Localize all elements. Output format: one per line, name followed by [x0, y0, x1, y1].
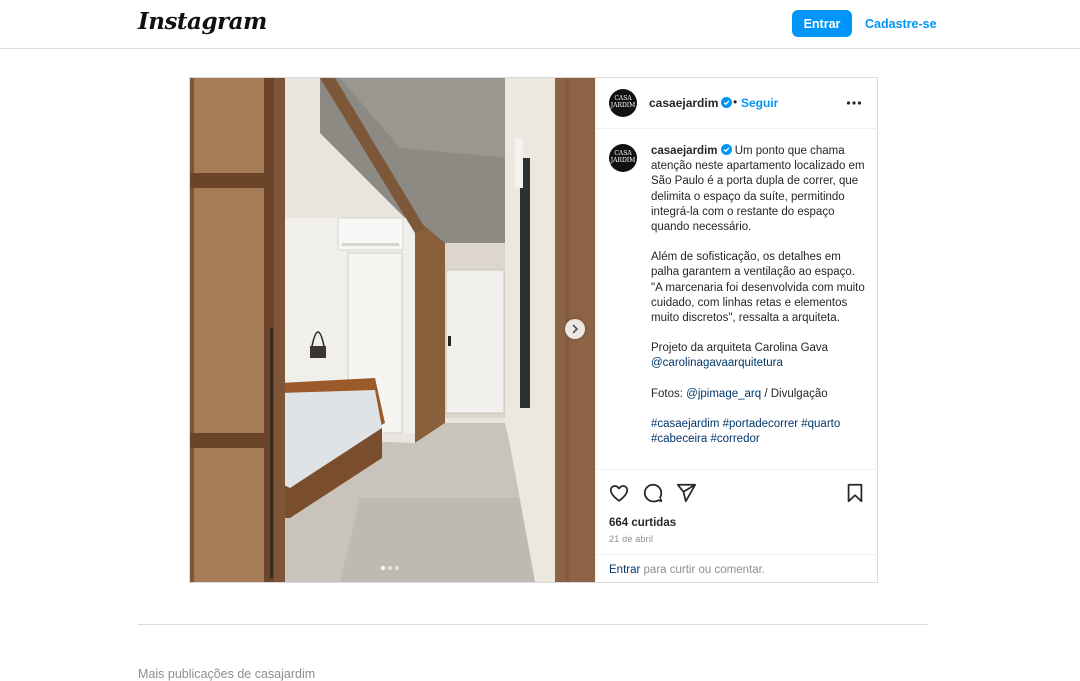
- post-date[interactable]: 21 de abril: [609, 534, 653, 544]
- hashtags: #casaejardim #portadecorrer #quarto #cab…: [651, 417, 866, 447]
- top-navigation-bar: Instagram Entrar Cadastre-se: [0, 0, 1080, 49]
- more-options-icon[interactable]: [846, 98, 862, 108]
- post-details-pane: CASA JARDIM casaejardim • Seguir CASA JA…: [595, 78, 878, 582]
- post-author-username[interactable]: casaejardim: [649, 96, 733, 110]
- caption-username[interactable]: casaejardim: [651, 145, 718, 157]
- login-link[interactable]: Entrar: [609, 564, 640, 576]
- heart-icon[interactable]: [608, 482, 630, 504]
- login-prompt: Entrar para curtir ou comentar.: [609, 564, 765, 576]
- caption-paragraph-1: Um ponto que chama atenção neste apartam…: [651, 145, 865, 234]
- paper-plane-icon[interactable]: [675, 482, 697, 504]
- post-card: CASA JARDIM casaejardim • Seguir CASA JA…: [189, 77, 878, 583]
- likes-count[interactable]: 664 curtidas: [609, 517, 676, 529]
- avatar[interactable]: CASA JARDIM: [609, 144, 637, 172]
- hashtag-link[interactable]: #corredor: [710, 433, 759, 445]
- caption-section: CASA JARDIM casaejardim Um ponto que cha…: [596, 130, 878, 470]
- more-posts-heading[interactable]: Mais publicações de casajardim: [138, 667, 315, 681]
- separator-dot: •: [733, 95, 738, 109]
- post-caption: casaejardim Um ponto que chama atenção n…: [651, 144, 866, 462]
- hashtag-link[interactable]: #cabeceira: [651, 433, 707, 445]
- photo-credit-label: Fotos:: [651, 387, 683, 400]
- hashtag-link[interactable]: #portadecorrer: [723, 418, 798, 430]
- avatar[interactable]: CASA JARDIM: [609, 89, 637, 117]
- follow-button[interactable]: Seguir: [741, 96, 778, 110]
- caption-paragraph-3: Projeto da arquiteta Carolina Gava: [651, 342, 829, 355]
- photographer-mention-link[interactable]: @jpimage_arq: [686, 388, 761, 400]
- verified-badge-icon: [720, 144, 732, 155]
- post-header: CASA JARDIM casaejardim • Seguir: [596, 78, 878, 129]
- bedroom-corridor-photo: [190, 78, 595, 582]
- chevron-right-icon: [572, 324, 579, 334]
- carousel-next-button[interactable]: [565, 319, 585, 339]
- comment-icon[interactable]: [642, 482, 664, 504]
- bookmark-icon[interactable]: [844, 482, 866, 504]
- architect-mention-link[interactable]: @carolinagavaarquitetura: [651, 357, 783, 369]
- carousel-dot-active: [381, 566, 385, 570]
- login-prompt-text: para curtir ou comentar.: [643, 564, 765, 576]
- caption-paragraph-2: Além de sofisticação, os detalhes em pal…: [651, 251, 865, 325]
- hashtag-link[interactable]: #casaejardim: [651, 418, 719, 430]
- carousel-indicator: [381, 566, 399, 570]
- verified-badge-icon: [721, 97, 733, 108]
- carousel-dot: [395, 566, 399, 570]
- signup-link[interactable]: Cadastre-se: [865, 17, 937, 31]
- carousel-dot: [388, 566, 392, 570]
- hashtag-link[interactable]: #quarto: [801, 418, 840, 430]
- section-divider: [138, 624, 928, 625]
- login-button[interactable]: Entrar: [792, 10, 852, 37]
- post-photo[interactable]: [190, 78, 595, 582]
- post-actions: 664 curtidas 21 de abril: [596, 470, 878, 555]
- photo-credit-suffix: / Divulgação: [764, 387, 828, 400]
- instagram-logo[interactable]: Instagram: [138, 8, 267, 35]
